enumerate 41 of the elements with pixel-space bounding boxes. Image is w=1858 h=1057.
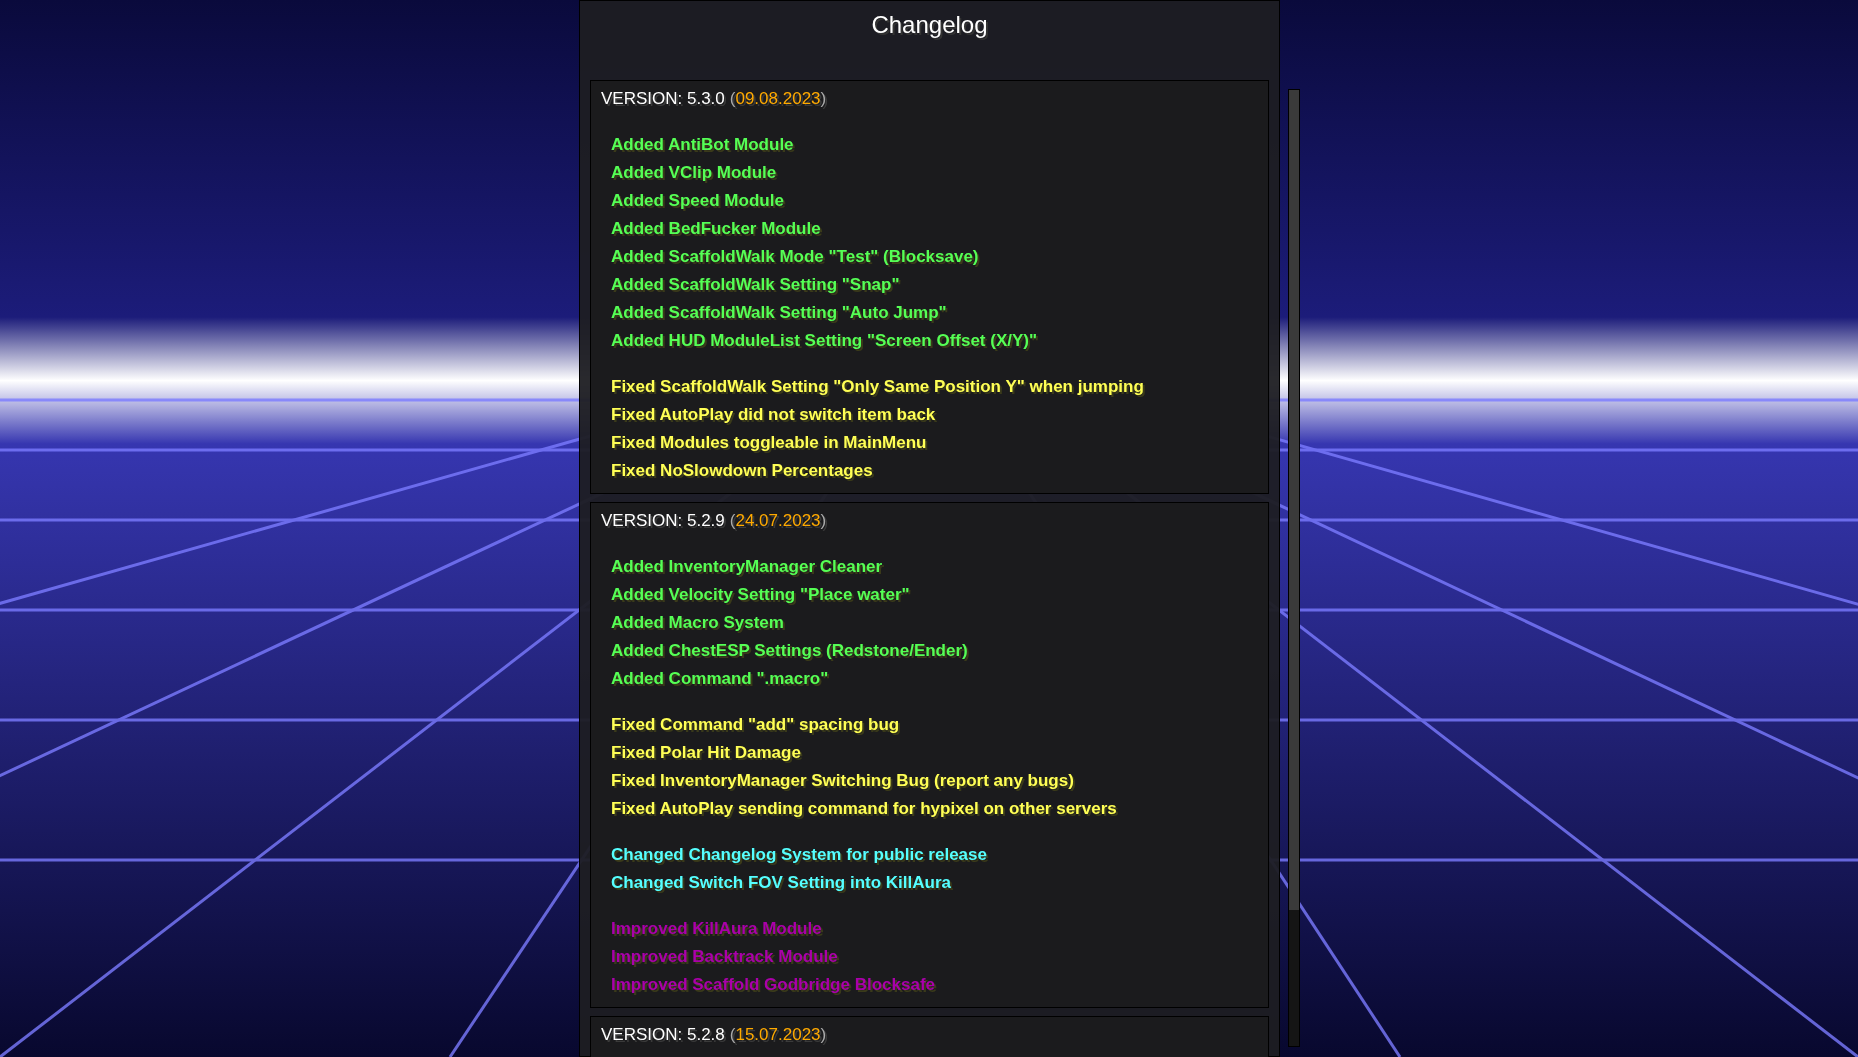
release-date: 15.07.2023 <box>735 1024 821 1047</box>
date-bracket: ( <box>729 1024 736 1047</box>
change-entry: Changed Switch FOV Setting into KillAura <box>611 872 952 894</box>
scrollbar-thumb[interactable] <box>1289 90 1299 910</box>
panel-title: Changelog <box>871 10 988 40</box>
release-date: 24.07.2023 <box>735 510 821 533</box>
change-entry: Added AntiBot Module <box>611 134 795 156</box>
change-entry: Added VClip Module <box>611 162 778 184</box>
scrollbar[interactable] <box>1288 89 1300 1047</box>
change-entry: Fixed InventoryManager Switching Bug (report any bugs) <box>611 770 1075 792</box>
change-entry: Fixed NoSlowdown Percentages <box>611 460 874 482</box>
change-entry: Added ScaffoldWalk Mode "Test" (Blocksave) <box>611 246 980 268</box>
change-entry: Fixed Polar Hit Damage <box>611 742 802 764</box>
change-entry: Added Speed Module <box>611 190 785 212</box>
change-entry: Fixed Command "add" spacing bug <box>611 714 901 736</box>
change-entry: Fixed Modules toggleable in MainMenu <box>611 432 928 454</box>
change-entry: Added Velocity Setting "Place water" <box>611 584 911 606</box>
change-entry: Improved Scaffold Godbridge Blocksafe <box>611 974 936 996</box>
change-entry: Added ScaffoldWalk Setting "Auto Jump" <box>611 302 948 324</box>
release-date: 09.08.2023 <box>735 88 821 111</box>
date-bracket: ( <box>729 88 736 111</box>
change-entry: Fixed AutoPlay sending command for hypixel on other servers <box>611 798 1118 820</box>
date-bracket: ( <box>729 510 736 533</box>
date-bracket: ) <box>820 510 827 533</box>
change-entry: Improved KillAura Module <box>611 918 823 940</box>
change-entry: Added ChestESP Settings (Redstone/Ender) <box>611 640 969 662</box>
change-entry: Added ScaffoldWalk Setting "Snap" <box>611 274 901 296</box>
version-label: VERSION: 5.2.9 <box>601 510 725 533</box>
date-bracket: ) <box>820 1024 827 1047</box>
version-label: VERSION: 5.2.8 <box>601 1024 725 1047</box>
change-entry: Changed Changelog System for public release <box>611 844 988 866</box>
change-entry: Added InventoryManager Cleaner <box>611 556 884 578</box>
change-entry: Fixed ScaffoldWalk Setting "Only Same Position Y" when jumping <box>611 376 1145 398</box>
change-entry: Fixed AutoPlay did not switch item back <box>611 404 937 426</box>
change-entry: Added BedFucker Module <box>611 218 822 240</box>
change-entry: Added HUD ModuleList Setting "Screen Offset (X/Y)" <box>611 330 1039 352</box>
change-entry: Added Macro System <box>611 612 785 634</box>
change-entry: Improved Backtrack Module <box>611 946 839 968</box>
version-label: VERSION: 5.3.0 <box>601 88 725 111</box>
change-entry: Added Command ".macro" <box>611 668 830 690</box>
date-bracket: ) <box>820 88 827 111</box>
